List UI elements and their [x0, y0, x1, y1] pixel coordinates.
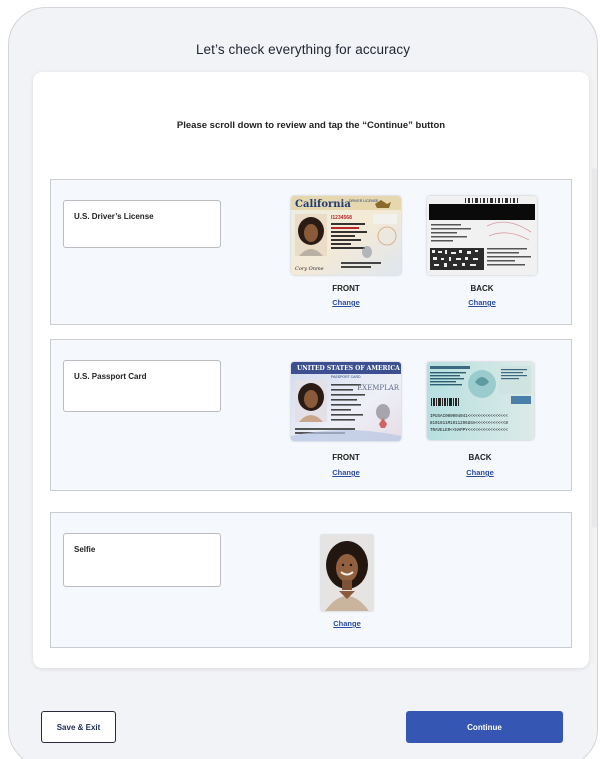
- passport-card-front-image: UNITED STATES OF AMERICA PASSPORT CARD E…: [291, 362, 401, 441]
- instructions-text: Please scroll down to review and tap the…: [176, 120, 446, 131]
- passport-mrz-line-1: IPUSAC000004041<<<<<<<<<<<<<<<<: [430, 414, 508, 419]
- drivers-license-label: U.S. Driver’s License: [63, 200, 221, 248]
- dl-state-text: California: [295, 199, 351, 210]
- passport-mrz-line-3: TRAVELER<<HAPPY<<<<<<<<<<<<<<<<: [430, 428, 508, 433]
- selfie-section: Selfie Change: [50, 512, 572, 648]
- drivers-license-front-label: FRONT: [332, 284, 360, 293]
- passport-card-back-label: BACK: [468, 453, 492, 462]
- passport-card-back-image: IPUSAC000004041<<<<<<<<<<<<<<<< 8101011M…: [427, 362, 534, 440]
- continue-button[interactable]: Continue: [406, 711, 563, 743]
- change-drivers-license-front-link[interactable]: Change: [296, 298, 396, 307]
- passport-card-section: U.S. Passport Card UNITED STATES OF AMER…: [50, 339, 572, 491]
- device-frame: Let’s check everything for accuracy Plea…: [8, 7, 598, 759]
- dl-number-text: I1234568: [331, 215, 352, 221]
- drivers-license-back-label: BACK: [470, 284, 494, 293]
- drivers-license-back-image: [427, 196, 537, 275]
- drivers-license-section: U.S. Driver’s License California DRIVER …: [50, 179, 572, 325]
- review-card: Please scroll down to review and tap the…: [33, 72, 589, 668]
- change-passport-card-back-link[interactable]: Change: [430, 468, 530, 477]
- page-title: Let’s check everything for accuracy: [195, 42, 411, 57]
- change-selfie-link[interactable]: Change: [297, 619, 397, 628]
- passport-card-front-label: FRONT: [332, 453, 360, 462]
- change-passport-card-front-link[interactable]: Change: [296, 468, 396, 477]
- scrollbar[interactable]: [592, 168, 597, 528]
- dl-header-text: DRIVER LICENSE: [349, 199, 379, 203]
- passport-country-text: UNITED STATES OF AMERICA: [297, 365, 400, 372]
- selfie-image: [321, 535, 373, 611]
- selfie-label: Selfie: [63, 533, 221, 587]
- dl-signature-text: Cory Onme: [295, 266, 324, 272]
- change-drivers-license-back-link[interactable]: Change: [432, 298, 532, 307]
- passport-mrz-line-2: 8101011M1911296USA<<<<<<<<<<<<8: [430, 421, 508, 426]
- passport-exemplar-text: EXEMPLAR: [357, 384, 400, 392]
- drivers-license-front-image: California DRIVER LICENSE I1234568 Cory …: [291, 196, 401, 275]
- save-exit-button[interactable]: Save & Exit: [41, 711, 116, 743]
- passport-card-label: U.S. Passport Card: [63, 360, 221, 412]
- passport-header-text: PASSPORT CARD: [331, 375, 361, 379]
